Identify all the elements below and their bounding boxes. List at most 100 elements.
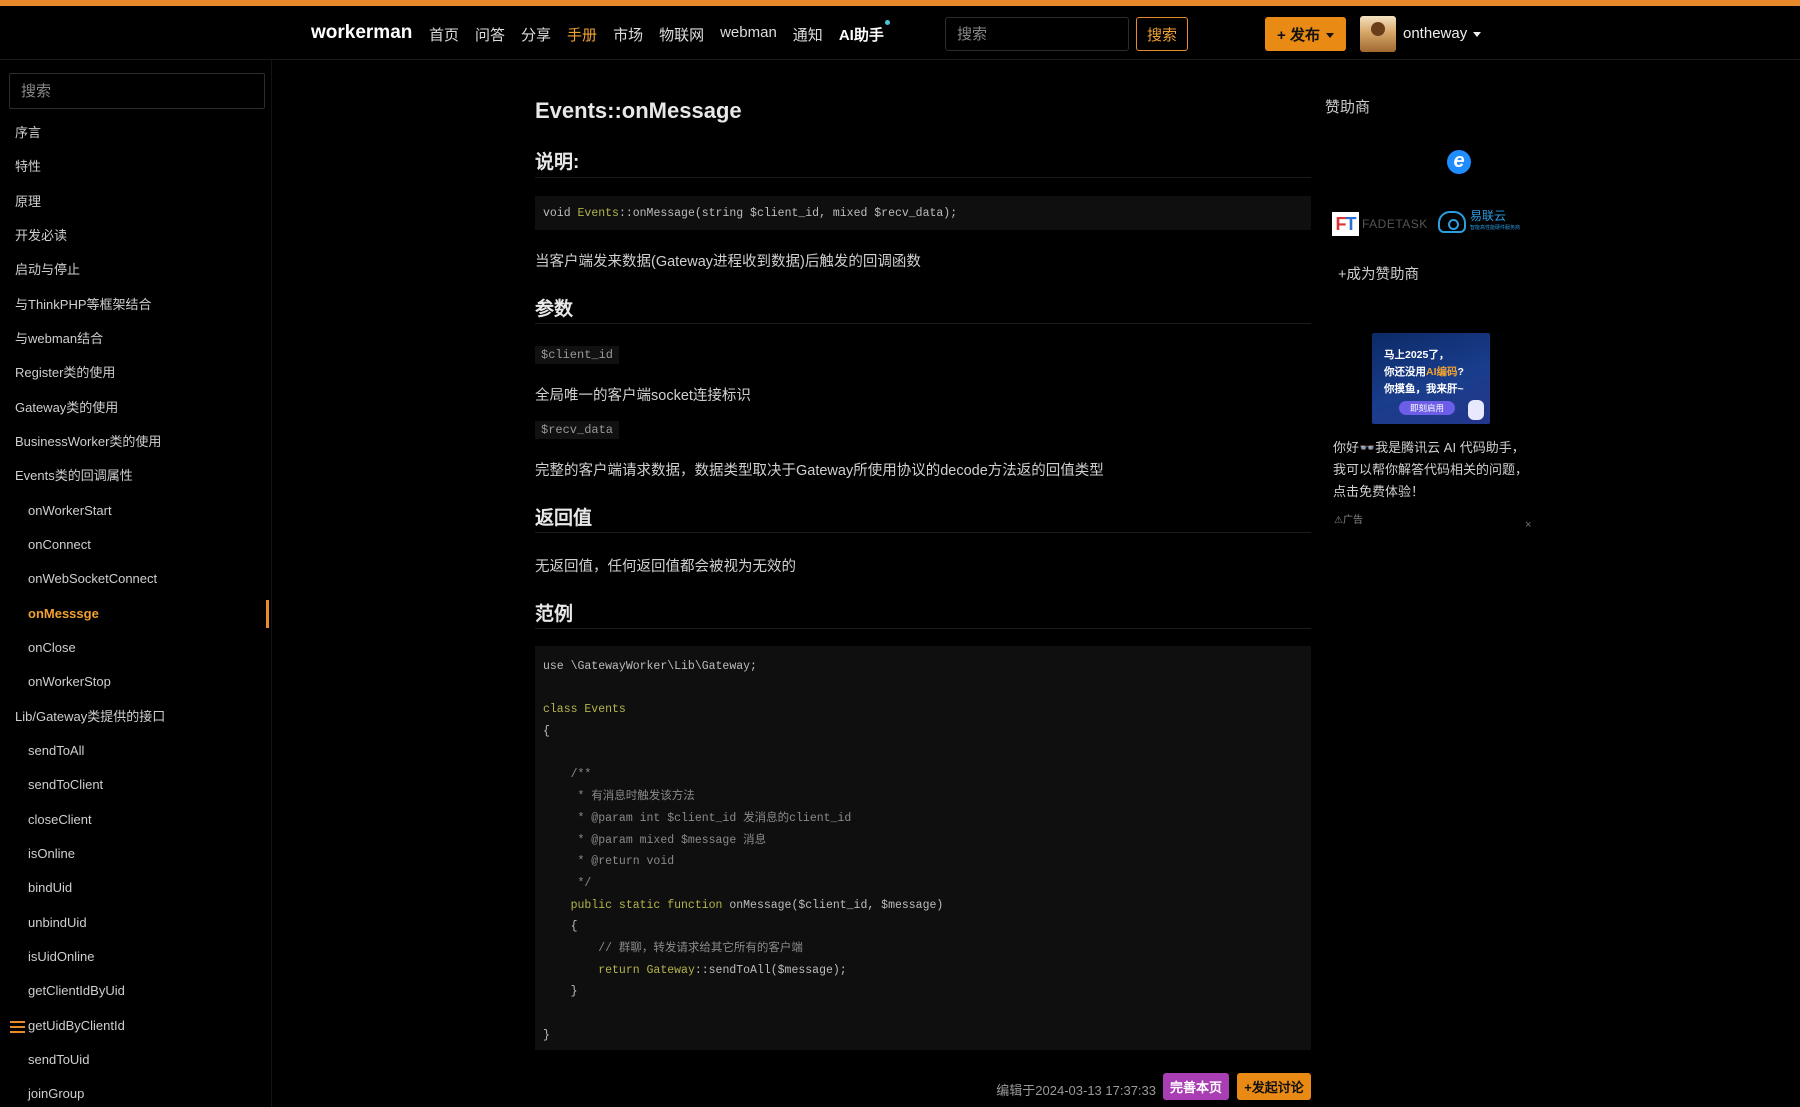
nav-link-4[interactable]: 市场 [613, 24, 643, 45]
sidebar-item-label: 原理 [15, 193, 42, 209]
sidebar-item-label: unbindUid [28, 914, 87, 930]
sidebar-item[interactable]: sendToAll [0, 734, 271, 768]
ad-text[interactable]: 你好👓我是腾讯云 AI 代码助手，我可以帮你解答代码相关的问题，点击免费体验！ [1333, 437, 1533, 503]
sidebar-item-label: 特性 [15, 159, 42, 175]
sidebar-item[interactable]: Register类的使用 [0, 356, 271, 390]
page-title: Events::onMessage [535, 98, 742, 123]
nav-link-7[interactable]: 通知 [793, 24, 823, 45]
chevron-down-icon [1473, 31, 1482, 37]
sponsor-fadetask[interactable]: FT FADETASK [1332, 212, 1428, 236]
code-line: } [543, 1028, 550, 1042]
become-sponsor-link[interactable]: +成为赞助商 [1338, 263, 1419, 284]
ad-banner[interactable]: 马上2025了， 你还没用AI编码? 你摸鱼，我来肝~ 即刻启用 [1372, 333, 1490, 424]
ad-headline-2-pre: 你还没用 [1384, 366, 1426, 378]
sidebar-item[interactable]: onWorkerStart [0, 494, 271, 528]
nav-link-6[interactable]: webman [720, 24, 777, 45]
navbar: workerman 首页问答分享手册市场物联网 webman 通知 AI助手 搜索 +… [0, 6, 1800, 60]
sidebar-search-input[interactable] [9, 73, 265, 109]
nav-link-0[interactable]: 首页 [429, 24, 459, 45]
sidebar-item[interactable]: bindUid [0, 871, 271, 905]
sidebar-item[interactable]: Lib/Gateway类提供的接口 [0, 700, 271, 734]
code-line: * @param mixed $message 消息 [543, 833, 767, 847]
sponsor-title: 赞助商 [1325, 99, 1371, 116]
ad-cta-button[interactable]: 即刻启用 [1399, 401, 1455, 415]
sidebar-item-label: 启动与停止 [15, 262, 81, 278]
sidebar-item[interactable]: onWebSocketConnect [0, 562, 271, 596]
chevron-down-icon [1325, 33, 1334, 39]
sidebar-item[interactable]: sendToClient [0, 768, 271, 802]
signature-prefix: void [543, 207, 578, 220]
close-icon[interactable]: × [1525, 519, 1531, 531]
sidebar-item[interactable]: BusinessWorker类的使用 [0, 425, 271, 459]
sidebar-item-label: 开发必读 [15, 227, 68, 243]
nav-link-2[interactable]: 分享 [521, 24, 551, 45]
search-button[interactable]: 搜索 [1136, 17, 1188, 51]
notification-dot-icon [884, 20, 890, 25]
sidebar-item[interactable]: 开发必读 [0, 219, 271, 253]
sidebar-item[interactable]: isUidOnline [0, 940, 271, 974]
sidebar-item[interactable]: isOnline [0, 837, 271, 871]
sidebar-item[interactable]: 序言 [0, 116, 271, 150]
sidebar-item[interactable]: sendToUid [0, 1043, 271, 1077]
sidebar-item[interactable]: onWorkerStop [0, 665, 271, 699]
code-line: /** [543, 768, 592, 782]
nav-link-1[interactable]: 问答 [475, 24, 505, 45]
sidebar-item[interactable]: unbindUid [0, 906, 271, 940]
sidebar-item[interactable]: onConnect [0, 528, 271, 562]
sidebar-item[interactable]: Gateway类的使用 [0, 391, 271, 425]
sponsor-yilianyun[interactable]: 易联云 智能高性能硬件服务商 [1438, 210, 1520, 234]
code-line: * @return void [543, 855, 675, 869]
code-line: // 群聊，转发请求给其它所有的客户端 [543, 941, 803, 955]
sidebar-item-label: onConnect [28, 536, 91, 552]
sidebar-item-label: isUidOnline [28, 948, 95, 964]
code-keyword: return [598, 963, 647, 977]
user-menu[interactable]: ontheway [1403, 25, 1482, 42]
yilianyun-text-wrap: 易联云 智能高性能硬件服务商 [1470, 210, 1520, 234]
sidebar-item[interactable]: joinGroup [0, 1077, 271, 1107]
sidebar-item-label: bindUid [28, 880, 73, 896]
nav-links: 首页 问答 分享 手册 市场 物联网 webman 通知 AI助手 [429, 20, 900, 45]
sidebar-item-label: Lib/Gateway类提供的接口 [15, 708, 166, 724]
param-recv-data-code: $recv_data [535, 421, 620, 439]
sidebar-item[interactable]: getUidByClientId [0, 1009, 271, 1043]
sidebar-item-label: onWebSocketConnect [28, 571, 158, 587]
menu-icon[interactable] [10, 1021, 25, 1033]
publish-button[interactable]: + 发布 [1265, 17, 1346, 51]
param-recv-data-desc: 完整的客户端请求数据，数据类型取决于Gateway所使用协议的decode方法返… [535, 463, 1104, 479]
nav-link-8[interactable]: AI助手 [839, 20, 890, 45]
sidebar-item-label: sendToClient [28, 777, 104, 793]
code-line: * 有消息时触发该方法 [543, 790, 695, 804]
sidebar-item[interactable]: Events类的回调属性 [0, 459, 271, 493]
sidebar-item[interactable]: onMesssge [0, 597, 271, 631]
code-line: { [543, 920, 578, 934]
sidebar-item[interactable]: 启动与停止 [0, 253, 271, 287]
avatar[interactable] [1360, 16, 1396, 52]
sidebar-item[interactable]: 与webman结合 [0, 322, 271, 356]
sidebar-item-label: 与ThinkPHP等框架结合 [15, 296, 152, 312]
sponsor-logo-e[interactable]: e [1447, 150, 1471, 174]
code-line: public static function onMessage($client… [570, 898, 944, 912]
nav-link-5[interactable]: 物联网 [659, 24, 704, 45]
sidebar-item[interactable]: 与ThinkPHP等框架结合 [0, 288, 271, 322]
ad-headline-2-post: ? [1457, 366, 1464, 378]
sidebar-item[interactable]: closeClient [0, 803, 271, 837]
improve-page-button[interactable]: 完善本页 [1163, 1073, 1229, 1100]
search-input[interactable] [945, 17, 1129, 51]
sidebar-item-label: BusinessWorker类的使用 [15, 433, 162, 449]
code-line: use \GatewayWorker\Lib\Gateway; [543, 660, 757, 673]
sidebar-item-label: onWorkerStart [28, 502, 112, 518]
nav-link-3[interactable]: 手册 [567, 24, 597, 45]
sidebar-item-label: 与webman结合 [15, 330, 104, 346]
section-heading-example: 范例 [535, 604, 574, 625]
brand-logo[interactable]: workerman [311, 22, 412, 44]
sidebar-item[interactable]: 原理 [0, 185, 271, 219]
start-discussion-button[interactable]: +发起讨论 [1237, 1073, 1311, 1100]
sidebar-item[interactable]: getClientIdByUid [0, 974, 271, 1008]
cloud-icon [1438, 211, 1466, 233]
code-line: * @param int $client_id 发消息的client_id [543, 811, 852, 825]
sidebar-item[interactable]: 特性 [0, 150, 271, 184]
sidebar-item[interactable]: onClose [0, 631, 271, 665]
